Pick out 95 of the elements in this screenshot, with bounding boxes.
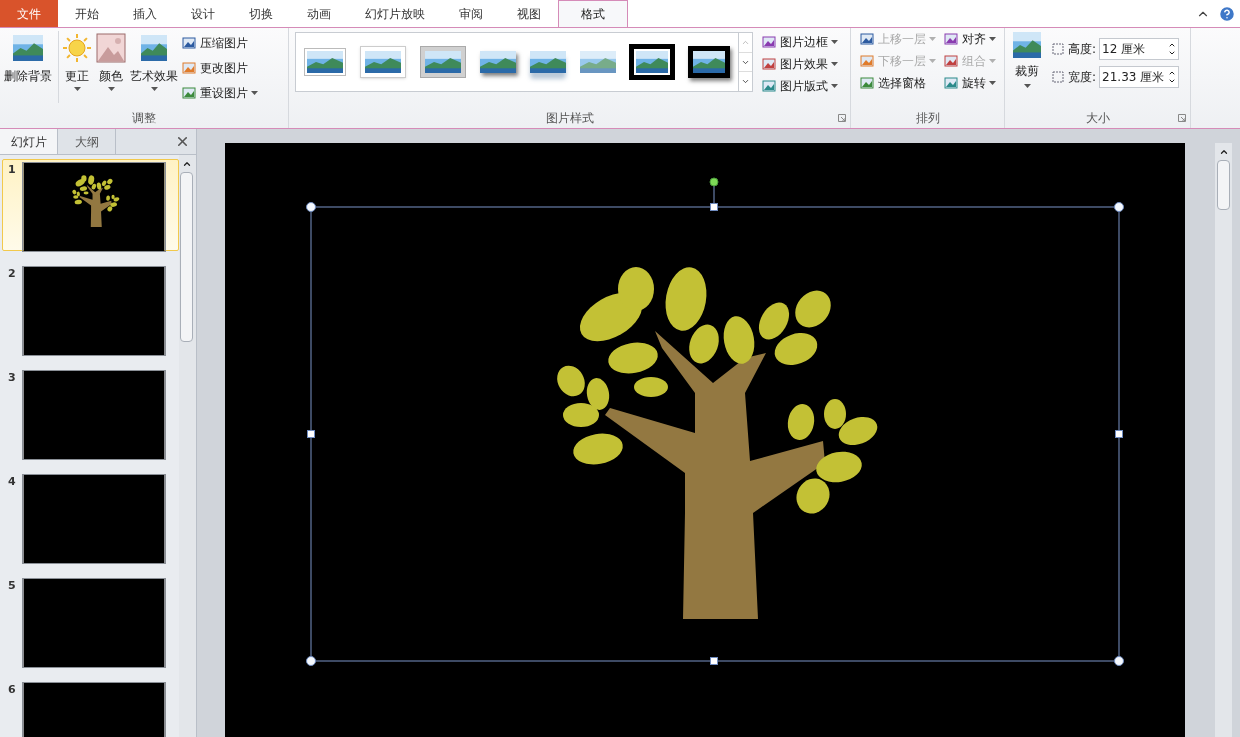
- arrange-icon: [859, 53, 875, 69]
- slide-thumbnail-row[interactable]: 6: [2, 679, 179, 737]
- ribbon-small-button[interactable]: 对齐: [942, 30, 996, 48]
- group-title: 排列: [915, 110, 940, 127]
- spin-up-icon[interactable]: [1168, 41, 1177, 49]
- ribbon-tab[interactable]: 插入: [116, 0, 174, 27]
- caret-icon: [150, 87, 158, 91]
- picture-style-preview: [580, 51, 616, 73]
- caret-icon: [1023, 84, 1031, 88]
- picture-style-preview: [636, 51, 668, 73]
- caret-icon: [831, 40, 838, 44]
- ribbon-small-button[interactable]: 压缩图片: [181, 33, 258, 53]
- ribbon-small-button[interactable]: 重设图片: [181, 83, 258, 103]
- caret-icon: [107, 87, 115, 91]
- caret-icon: [988, 59, 996, 63]
- picture-style-preview: [307, 51, 343, 73]
- group-title: 图片样式: [545, 110, 594, 127]
- scrollbar-thumb[interactable]: [1217, 160, 1230, 210]
- selection-frame[interactable]: [306, 177, 1124, 666]
- field-label: 宽度:: [1068, 69, 1097, 86]
- slide-thumbnail-row[interactable]: 5: [2, 575, 179, 667]
- picture-style-preview: [480, 51, 516, 73]
- ribbon-tab[interactable]: 设计: [174, 0, 232, 27]
- spin-down-icon[interactable]: [1168, 77, 1177, 85]
- field-label: 高度:: [1068, 41, 1097, 58]
- picture-tool-icon: [181, 60, 197, 76]
- picture-style-option[interactable]: [688, 46, 730, 78]
- ribbon-large-button[interactable]: 艺术效果: [129, 31, 179, 103]
- ribbon-large-button[interactable]: 更正: [61, 31, 93, 103]
- ribbon-tab[interactable]: 格式: [558, 0, 628, 27]
- color-icon: [96, 33, 126, 63]
- arrange-icon: [859, 75, 875, 91]
- caret-icon: [831, 62, 838, 66]
- picture-style-preview: [530, 51, 566, 73]
- ribbon-tab[interactable]: 开始: [58, 0, 116, 27]
- picture-style-option[interactable]: [630, 45, 674, 79]
- sun-icon: [62, 33, 92, 63]
- picture-style-preview: [425, 51, 461, 73]
- size-spinner-field[interactable]: 12 厘米: [1099, 38, 1180, 60]
- slide-thumbnail-row[interactable]: 4: [2, 471, 179, 563]
- ribbon-tab[interactable]: 幻灯片放映: [348, 0, 442, 27]
- caret-icon: [251, 91, 258, 95]
- size-spinner-field[interactable]: 21.33 厘米: [1099, 66, 1180, 88]
- ribbon-tab[interactable]: 审阅: [442, 0, 500, 27]
- slide-number: 3: [8, 370, 16, 386]
- scroll-up-icon[interactable]: [181, 159, 192, 169]
- help-icon[interactable]: [1218, 4, 1236, 23]
- ribbon-small-button[interactable]: 选择窗格: [859, 74, 937, 92]
- arrange-icon: [942, 31, 959, 47]
- slide-thumbnail-row[interactable]: 3: [2, 367, 179, 459]
- ribbon-tab[interactable]: 动画: [290, 0, 348, 27]
- slide-thumbnail-row[interactable]: 1: [2, 159, 179, 251]
- arrange-icon: [942, 75, 959, 91]
- ribbon-small-button[interactable]: 旋转: [942, 74, 996, 92]
- picture-style-preview: [693, 51, 725, 73]
- panel-tab[interactable]: 幻灯片: [0, 129, 58, 154]
- caret-icon: [929, 59, 936, 63]
- scroll-up-icon[interactable]: [1218, 147, 1229, 157]
- scrollbar-thumb[interactable]: [180, 172, 193, 342]
- caret-icon: [929, 37, 936, 41]
- caret-icon: [988, 37, 996, 41]
- slide-thumbnail-row[interactable]: 2: [2, 263, 179, 355]
- ribbon-small-button[interactable]: 图片效果: [761, 55, 838, 73]
- caret-icon: [831, 84, 838, 88]
- ribbon-small-button[interactable]: 图片边框: [761, 33, 838, 51]
- file-tab[interactable]: 文件: [0, 0, 58, 27]
- caret-icon: [988, 81, 996, 85]
- slide-number: 6: [8, 682, 16, 698]
- picture-tool-icon: [761, 56, 777, 72]
- slide-number: 5: [8, 578, 16, 594]
- slide-number: 2: [8, 266, 16, 282]
- picture-tool-icon: [181, 85, 197, 101]
- arrange-icon: [859, 31, 875, 47]
- picture-tool-icon: [181, 35, 197, 51]
- arrange-icon: [942, 53, 959, 69]
- spin-down-icon[interactable]: [1168, 49, 1177, 57]
- ribbon-large-button[interactable]: 颜色: [95, 31, 127, 103]
- tree-drawing: [72, 175, 119, 227]
- picture-tool-icon: [761, 34, 777, 50]
- slide-number: 1: [8, 162, 16, 178]
- ribbon-small-button[interactable]: 图片版式: [761, 77, 838, 95]
- ribbon-tab[interactable]: 视图: [500, 0, 558, 27]
- spin-up-icon[interactable]: [1168, 69, 1177, 77]
- ribbon-small-button[interactable]: 更改图片: [181, 58, 258, 78]
- ribbon-large-button[interactable]: 删除背景: [3, 31, 59, 103]
- group-title: 大小: [1085, 110, 1110, 127]
- picture-tool-icon: [761, 78, 777, 94]
- dialog-launcher-icon[interactable]: [838, 114, 846, 122]
- picture-style-preview: [365, 51, 401, 73]
- group-title: 调整: [132, 110, 156, 127]
- slide-number: 4: [8, 474, 16, 490]
- ribbon-tab[interactable]: 切换: [232, 0, 290, 27]
- crop-button[interactable]: 裁剪: [1013, 32, 1041, 98]
- caret-icon: [73, 87, 81, 91]
- dialog-launcher-icon[interactable]: [1178, 114, 1186, 122]
